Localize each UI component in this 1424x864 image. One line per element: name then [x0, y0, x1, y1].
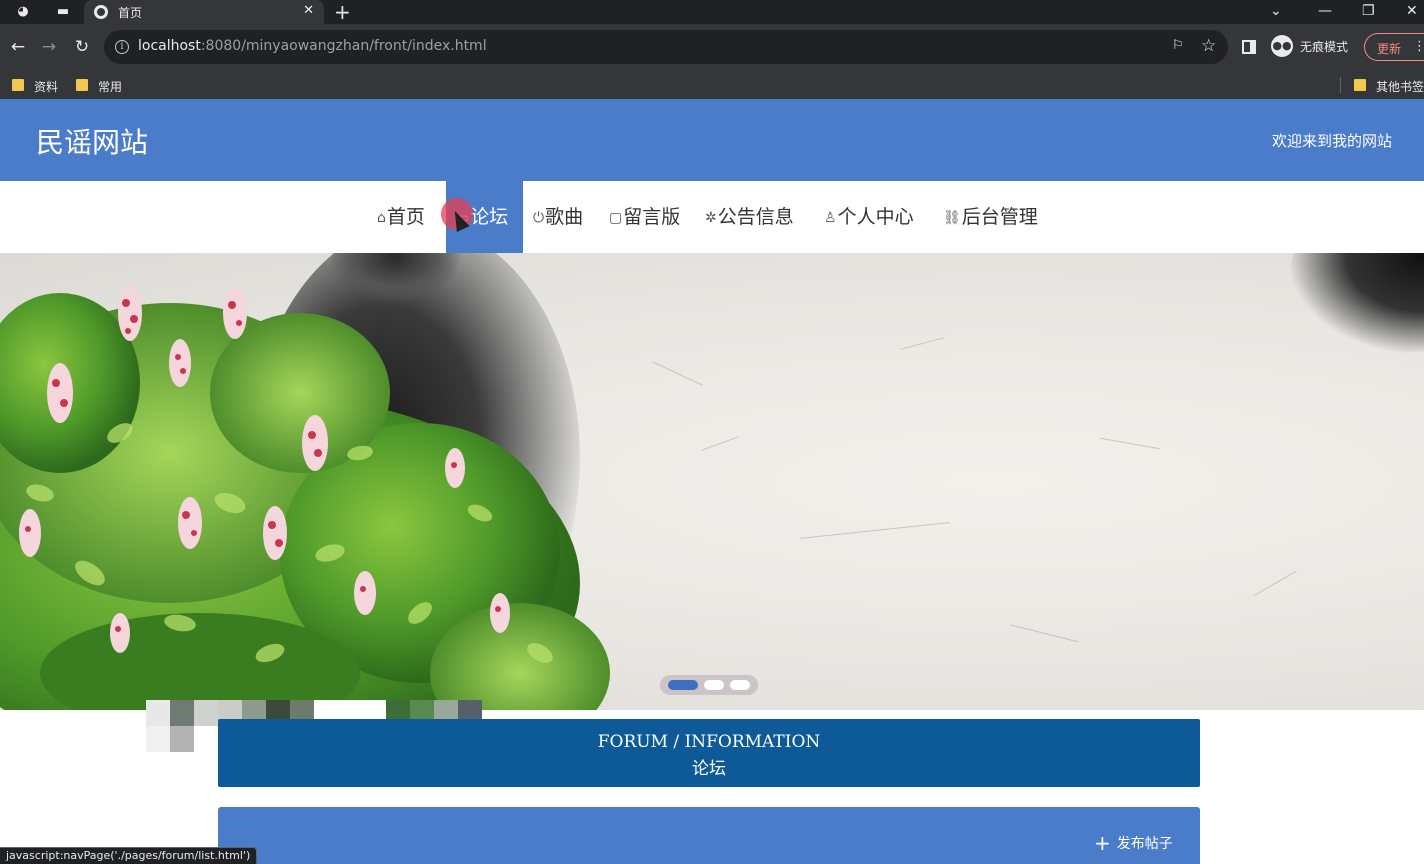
update-label: 更新: [1377, 42, 1402, 56]
browser-toolbar: ← → ↻ i localhost:8080/minyaowangzhan/fr…: [0, 24, 1424, 71]
music-icon: ⏻: [533, 210, 545, 226]
globe-icon: [94, 5, 108, 19]
forum-action-bar: + 发布帖子: [218, 807, 1200, 864]
message-icon: ▢: [609, 210, 623, 226]
back-button[interactable]: ←: [8, 36, 28, 58]
plus-icon: +: [1094, 831, 1111, 855]
bookmarks-bar: 资料 常用 其他书签: [0, 71, 1424, 99]
banner-carousel[interactable]: [0, 253, 1424, 710]
bookmark-separator: [1340, 77, 1341, 93]
paper-texture: [1010, 624, 1080, 643]
reload-button[interactable]: ↻: [72, 36, 92, 58]
tab-list-chevron-icon[interactable]: ⌄: [1270, 0, 1282, 22]
nav-item-profile[interactable]: ♙个人中心: [824, 181, 914, 253]
tab-close-icon[interactable]: ✕: [303, 3, 314, 18]
paper-texture: [1253, 570, 1297, 597]
address-bar[interactable]: i localhost:8080/minyaowangzhan/front/in…: [104, 30, 1228, 64]
browser-app-icon[interactable]: ◕: [12, 2, 34, 22]
bookmark-star-icon[interactable]: ☆: [1201, 36, 1216, 56]
nav-item-admin[interactable]: ⛓后台管理: [943, 181, 1038, 253]
incognito-icon: ●●: [1271, 35, 1293, 57]
folder-icon: [76, 79, 88, 91]
site-header: 民谣网站 欢迎来到我的网站: [0, 99, 1424, 181]
carousel-dot-3[interactable]: [730, 680, 750, 690]
nav-item-home[interactable]: ⌂首页: [377, 181, 425, 253]
side-panel-icon[interactable]: [1242, 40, 1256, 54]
user-icon: ♙: [824, 210, 837, 226]
forward-button[interactable]: →: [39, 36, 59, 58]
carousel-dot-1[interactable]: [668, 680, 698, 690]
new-tab-button[interactable]: +: [334, 0, 351, 24]
incognito-label: 无痕模式: [1300, 40, 1349, 54]
nav-item-notices[interactable]: ✲公告信息: [705, 181, 794, 253]
translate-icon[interactable]: ⚐: [1172, 38, 1184, 53]
home-icon: ⌂: [377, 210, 386, 226]
folder-icon: [12, 79, 24, 91]
browser-tab-active[interactable]: 首页 ✕: [84, 0, 324, 24]
ink-wash-shape: [1290, 253, 1424, 353]
paper-texture: [1100, 437, 1160, 450]
paper-texture: [900, 337, 945, 350]
minimize-button[interactable]: —: [1318, 0, 1332, 22]
carousel-indicators: [660, 675, 758, 695]
link-icon: ⛓: [943, 210, 961, 226]
nav-item-songs[interactable]: ⏻歌曲: [533, 181, 583, 253]
notice-icon: ✲: [705, 210, 717, 226]
menu-dots-icon[interactable]: ⋮: [1413, 39, 1424, 54]
forum-section-title: FORUM / INFORMATION 论坛: [218, 719, 1200, 787]
publish-post-button[interactable]: + 发布帖子: [1094, 831, 1173, 855]
site-info-icon[interactable]: i: [115, 40, 129, 54]
welcome-text: 欢迎来到我的网站: [1271, 132, 1392, 150]
paper-texture: [701, 436, 739, 451]
close-window-button[interactable]: ✕: [1406, 0, 1418, 22]
main-nav: ⌂首页 ▭论坛 ⏻歌曲 ▢留言版 ✲公告信息 ♙个人中心 ⛓后台管理: [0, 181, 1424, 253]
site-logo[interactable]: 民谣网站: [36, 121, 148, 161]
carousel-dot-2[interactable]: [704, 680, 724, 690]
folder-icon: [1354, 79, 1366, 91]
browser-tab-strip: ◕ ▬ 首页 ✕ + ⌄ — ❐ ✕: [0, 0, 1424, 24]
incognito-badge[interactable]: ●● 无痕模式: [1268, 32, 1358, 62]
tab-title: 首页: [118, 6, 143, 20]
browser-status-bar: javascript:navPage('./pages/forum/list.h…: [0, 847, 258, 864]
paper-texture: [800, 522, 950, 539]
forum-title-zh: 论坛: [692, 759, 726, 779]
paper-texture: [652, 361, 703, 386]
update-button[interactable]: 更新 ⋮: [1364, 33, 1424, 61]
restore-button[interactable]: ❐: [1362, 0, 1375, 22]
forum-title-en: FORUM / INFORMATION: [597, 732, 821, 752]
url-text[interactable]: localhost:8080/minyaowangzhan/front/inde…: [138, 38, 487, 54]
nav-item-guestbook[interactable]: ▢留言版: [609, 181, 680, 253]
flowering-shrub-illustration: [0, 285, 610, 710]
tab-search-icon[interactable]: ▬: [52, 2, 74, 22]
